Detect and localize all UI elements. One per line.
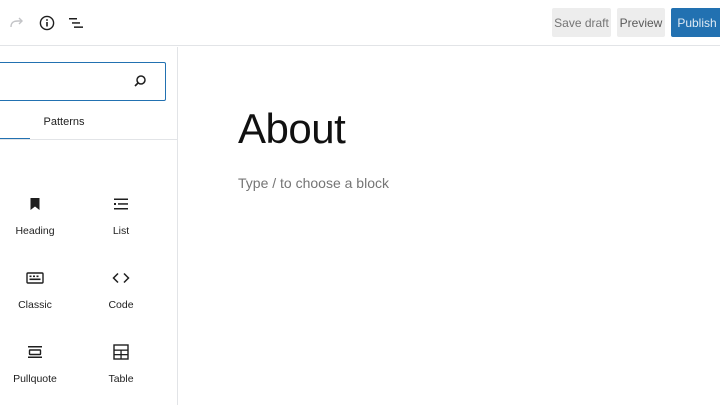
block-item-label: List — [112, 225, 130, 237]
block-item-classic[interactable]: Classic — [0, 267, 70, 327]
post-title[interactable]: About — [238, 105, 346, 153]
redo-icon[interactable] — [4, 10, 30, 36]
block-item-label: Code — [108, 299, 134, 311]
save-draft-button[interactable]: Save draft — [552, 8, 611, 37]
publish-button[interactable]: Publish — [671, 8, 720, 37]
block-item-label: Classic — [18, 299, 52, 311]
block-appender-placeholder[interactable]: Type / to choose a block — [238, 175, 389, 191]
block-item-code[interactable]: Code — [86, 267, 156, 327]
block-item-table[interactable]: Table — [86, 341, 156, 401]
code-icon — [110, 267, 132, 289]
block-search-box[interactable] — [0, 62, 166, 101]
bookmark-icon — [24, 193, 46, 215]
search-icon[interactable] — [133, 74, 147, 88]
list-view-icon[interactable] — [63, 10, 89, 36]
block-inserter-sidebar: Patterns Heading List Classic Code Pullq… — [0, 47, 178, 405]
block-item-label: Table — [108, 373, 134, 385]
editor-canvas: About Type / to choose a block — [179, 47, 720, 405]
block-item-label: Pullquote — [13, 373, 57, 385]
block-item-list[interactable]: List — [86, 193, 156, 253]
editor-top-toolbar: Save draft Preview Publish — [0, 0, 720, 46]
keyboard-icon — [24, 267, 46, 289]
info-icon[interactable] — [34, 10, 60, 36]
block-item-heading[interactable]: Heading — [0, 193, 70, 253]
tab-patterns[interactable]: Patterns — [30, 105, 98, 139]
preview-button[interactable]: Preview — [617, 8, 665, 37]
block-item-pullquote[interactable]: Pullquote — [0, 341, 70, 401]
block-item-label: Heading — [15, 225, 55, 237]
pullquote-icon — [24, 341, 46, 363]
table-icon — [110, 341, 132, 363]
list-icon — [110, 193, 132, 215]
block-search-input[interactable] — [3, 71, 123, 91]
tabs-divider — [0, 139, 178, 140]
